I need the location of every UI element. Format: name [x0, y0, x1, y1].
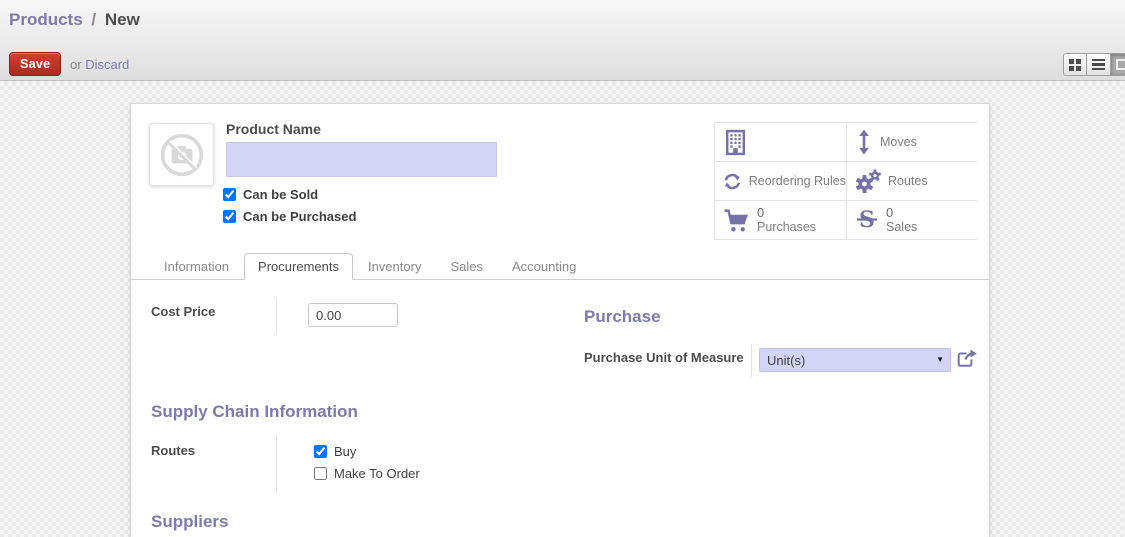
- breadcrumb-separator: /: [91, 10, 97, 29]
- purchases-count: 0: [757, 205, 765, 220]
- can-be-purchased-label: Can be Purchased: [243, 208, 357, 224]
- open-record-icon[interactable]: [957, 349, 977, 368]
- route-buy-label: Buy: [334, 443, 357, 459]
- cart-icon: [724, 208, 748, 232]
- save-button[interactable]: Save: [9, 52, 61, 76]
- reordering-icon: [724, 173, 741, 189]
- stat-label: Purchases: [757, 220, 817, 234]
- stat-button-reordering-rules[interactable]: Reordering Rules: [715, 162, 846, 200]
- purchase-section-title: Purchase: [584, 307, 661, 326]
- list-view-button[interactable]: [1087, 53, 1111, 76]
- cost-price-separator: [276, 298, 277, 334]
- suppliers-section-title: Suppliers: [151, 512, 229, 531]
- route-buy-row[interactable]: Buy: [314, 440, 420, 462]
- product-form-sheet: Product Name Can be Sold Can be Purchase…: [130, 103, 990, 537]
- supply-chain-section-title: Supply Chain Information: [151, 402, 358, 421]
- tab-inventory[interactable]: Inventory: [354, 253, 435, 280]
- cost-price-input[interactable]: [308, 303, 398, 327]
- list-icon: [1092, 58, 1105, 71]
- routes-options: Buy Make To Order: [314, 440, 420, 484]
- breadcrumb-current: New: [104, 10, 140, 29]
- tab-information[interactable]: Information: [150, 253, 243, 280]
- kanban-icon: [1069, 58, 1081, 71]
- can-be-sold-checkbox[interactable]: [223, 187, 236, 201]
- purchase-uom-label: Purchase Unit of Measure: [584, 350, 744, 365]
- discard-link[interactable]: Discard: [85, 57, 129, 72]
- can-be-sold-label: Can be Sold: [243, 186, 319, 202]
- product-name-label: Product Name: [226, 121, 321, 137]
- tab-sales[interactable]: Sales: [436, 253, 497, 280]
- form-view-button[interactable]: [1111, 53, 1125, 76]
- sales-count: 0: [886, 205, 894, 220]
- sales-s-icon: S: [857, 207, 877, 233]
- stat-button-purchases[interactable]: 0 Purchases: [715, 201, 846, 239]
- or-label: or: [70, 57, 82, 72]
- tab-accounting[interactable]: Accounting: [498, 253, 590, 280]
- kanban-view-button[interactable]: [1063, 53, 1087, 76]
- view-switcher: [1063, 53, 1125, 76]
- stat-label: Reordering Rules: [748, 174, 846, 188]
- can-be-purchased-checkbox[interactable]: [223, 209, 236, 223]
- stat-button-sales[interactable]: S 0 Sales: [847, 201, 978, 239]
- stat-buttons-grid: Moves Reordering Rules Routes 0 Purchase…: [714, 122, 978, 240]
- stat-button-company[interactable]: [715, 123, 846, 161]
- routes-separator: [276, 435, 277, 493]
- moves-icon: [859, 129, 869, 155]
- routes-label: Routes: [151, 443, 196, 458]
- stat-label: Moves: [880, 135, 917, 149]
- stat-label: Sales: [886, 220, 918, 234]
- uom-separator: [751, 344, 752, 377]
- building-icon: [725, 129, 746, 155]
- route-make-to-order-checkbox[interactable]: [314, 466, 327, 480]
- availability-checkboxes: Can be Sold Can be Purchased: [223, 183, 356, 227]
- breadcrumb: Products / New: [9, 10, 140, 30]
- top-bar: Products / New Save or Discard: [0, 0, 1125, 81]
- breadcrumb-products-link[interactable]: Products: [9, 10, 83, 29]
- content-area: Product Name Can be Sold Can be Purchase…: [0, 82, 1125, 537]
- stat-button-moves[interactable]: Moves: [847, 123, 978, 161]
- stat-label: Routes: [888, 174, 928, 188]
- route-make-to-order-row[interactable]: Make To Order: [314, 462, 420, 484]
- no-camera-icon: [160, 133, 203, 176]
- product-image-uploader[interactable]: [149, 123, 214, 186]
- route-buy-checkbox[interactable]: [314, 444, 327, 458]
- can-be-purchased-row[interactable]: Can be Purchased: [223, 205, 356, 227]
- form-tabs: Information Procurements Inventory Sales…: [150, 253, 591, 280]
- stat-button-routes[interactable]: Routes: [847, 162, 978, 200]
- product-name-input[interactable]: [226, 142, 497, 177]
- route-make-to-order-label: Make To Order: [334, 465, 420, 481]
- routes-gears-icon: [855, 169, 881, 193]
- purchase-uom-select[interactable]: Unit(s): [759, 348, 951, 372]
- discard-area: or Discard: [70, 57, 129, 72]
- cost-price-label: Cost Price: [151, 304, 216, 319]
- purchase-uom-select-wrap: Unit(s) ▼: [759, 348, 951, 372]
- tab-procurements[interactable]: Procurements: [244, 253, 353, 280]
- can-be-sold-row[interactable]: Can be Sold: [223, 183, 356, 205]
- form-icon: [1116, 59, 1125, 70]
